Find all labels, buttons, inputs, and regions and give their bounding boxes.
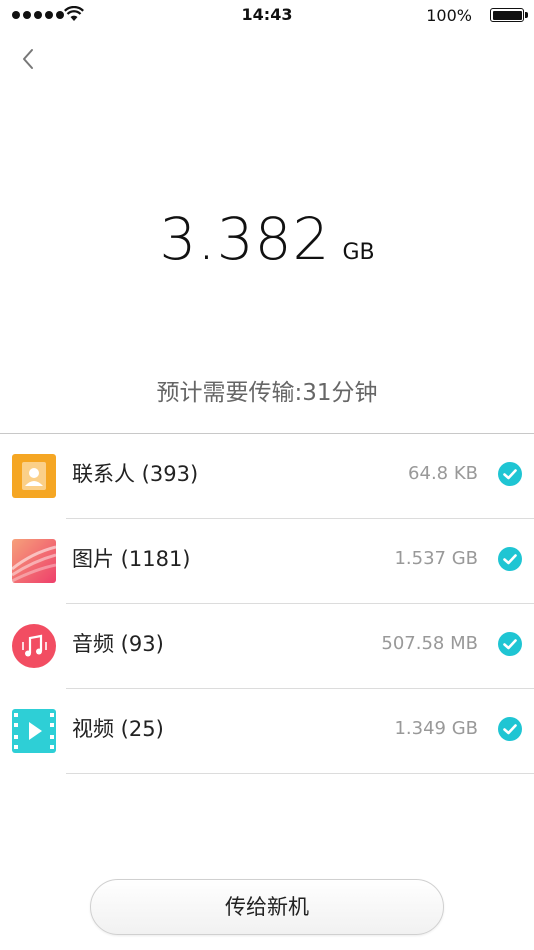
item-size: 1.537 GB: [394, 548, 478, 569]
send-to-new-phone-button[interactable]: 传给新机: [90, 879, 444, 935]
music-icon: [12, 624, 56, 668]
list-item-music[interactable]: 音频 (93) 507.58 MB: [0, 604, 534, 689]
checkmark-icon[interactable]: [498, 547, 522, 571]
back-button[interactable]: [14, 44, 44, 74]
item-label: 音频 (93): [72, 632, 164, 656]
video-icon: [12, 709, 56, 753]
transfer-list: 联系人 (393) 64.8 KB 图片 (1181) 1.537 GB 音频 …: [0, 434, 534, 774]
contacts-icon: [12, 454, 56, 498]
photos-icon: [12, 539, 56, 583]
item-label: 联系人 (393): [72, 462, 199, 486]
total-size-value: 3.382: [159, 205, 331, 273]
chevron-left-icon: [23, 49, 33, 69]
item-size: 64.8 KB: [408, 463, 478, 484]
checkmark-icon[interactable]: [498, 462, 522, 486]
total-size-unit: GB: [342, 240, 375, 265]
status-bar: 14:43 100%: [0, 0, 534, 30]
item-size: 507.58 MB: [381, 633, 478, 654]
estimate-time-text: 预计需要传输:31分钟: [156, 380, 378, 406]
checkmark-icon[interactable]: [498, 717, 522, 741]
total-size: 3.382 GB: [0, 205, 534, 273]
checkmark-icon[interactable]: [498, 632, 522, 656]
battery-percent: 100%: [426, 6, 472, 25]
list-item-contacts[interactable]: 联系人 (393) 64.8 KB: [0, 434, 534, 519]
list-item-video[interactable]: 视频 (25) 1.349 GB: [0, 689, 534, 774]
item-label: 图片 (1181): [72, 547, 191, 571]
item-label: 视频 (25): [72, 717, 164, 741]
battery-icon: [490, 8, 528, 22]
item-size: 1.349 GB: [394, 718, 478, 739]
list-item-photos[interactable]: 图片 (1181) 1.537 GB: [0, 519, 534, 604]
